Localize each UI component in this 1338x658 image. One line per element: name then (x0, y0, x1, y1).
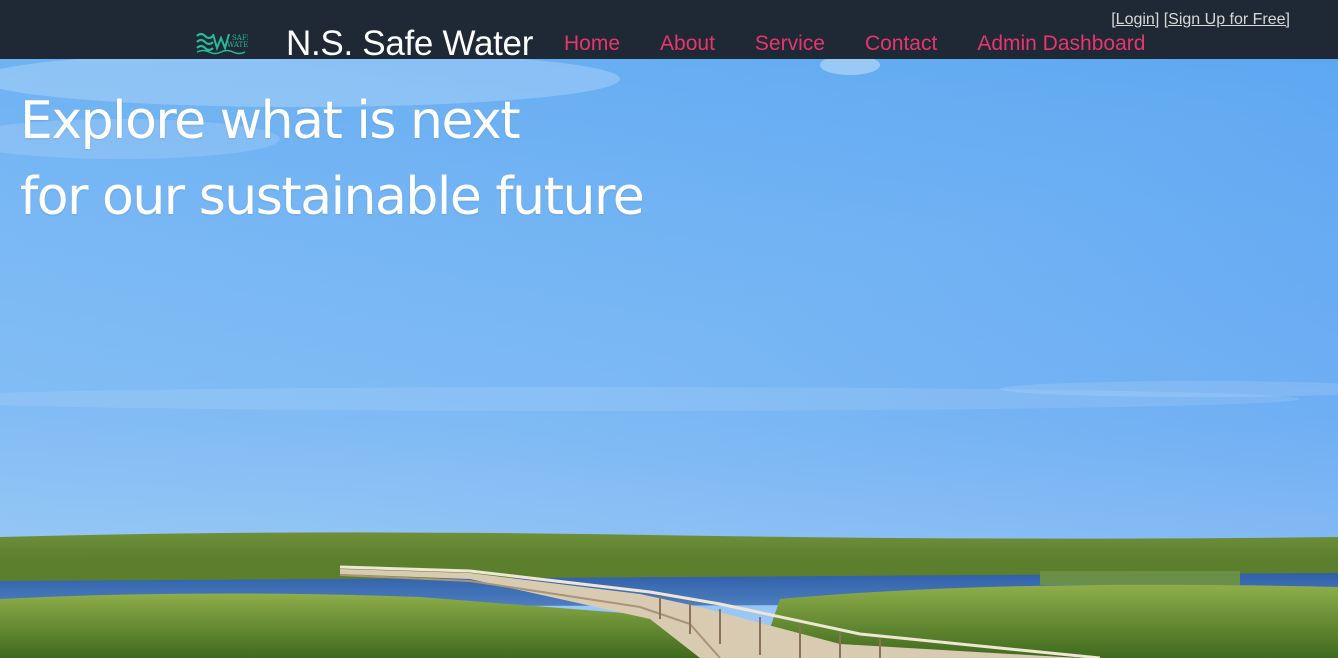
auth-links: [Login] [Sign Up for Free] (1111, 10, 1290, 30)
signup-link[interactable]: [Sign Up for Free] (1164, 11, 1290, 28)
login-link[interactable]: [Login] (1111, 11, 1159, 28)
hero-heading: Explore what is next for our sustainable… (20, 83, 645, 235)
nav-contact[interactable]: Contact (865, 31, 937, 57)
logo-text-bottom: WATER (227, 41, 248, 49)
page: SAFE WATER N.S. Safe Water Home About Se… (0, 0, 1338, 658)
main-nav: Home About Service Contact Admin Dashboa… (564, 31, 1145, 57)
site-title[interactable]: N.S. Safe Water (286, 24, 533, 64)
site-header: SAFE WATER N.S. Safe Water Home About Se… (0, 0, 1338, 63)
nav-about[interactable]: About (660, 31, 715, 57)
nav-home[interactable]: Home (564, 31, 620, 57)
hero-section: Explore what is next for our sustainable… (0, 59, 1338, 658)
hero-heading-line-2: for our sustainable future (20, 167, 645, 227)
safe-water-logo-icon[interactable]: SAFE WATER (196, 30, 248, 56)
nav-admin-dashboard[interactable]: Admin Dashboard (977, 31, 1145, 57)
hero-heading-line-1: Explore what is next (20, 91, 521, 151)
nav-service[interactable]: Service (755, 31, 825, 57)
